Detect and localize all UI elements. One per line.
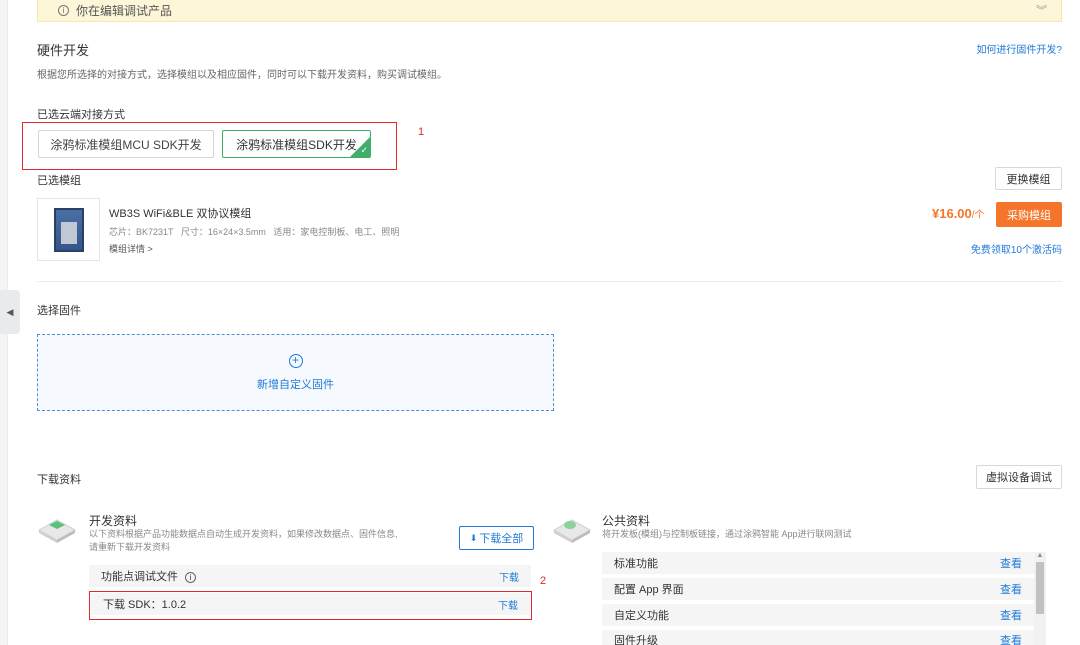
public-row-custom: 自定义功能 查看: [602, 604, 1034, 626]
view-link-firmware-upgrade[interactable]: 查看: [1000, 632, 1022, 645]
firmware-label: 选择固件: [37, 305, 81, 317]
download-icon: ⬇: [469, 532, 478, 543]
public-materials-icon: [552, 519, 592, 543]
module-image: [37, 198, 100, 261]
hardware-title: 硬件开发: [37, 43, 90, 58]
plus-circle-icon: +: [288, 353, 303, 368]
public-row-standard: 标准功能 查看: [602, 552, 1034, 574]
sdk-version-label: 下载 SDK：1.0.2: [103, 599, 187, 611]
module-details-link[interactable]: 模组详情 >: [109, 242, 153, 255]
change-module-button[interactable]: 更换模组: [995, 167, 1062, 190]
triangle-left-icon: ◀: [6, 306, 14, 317]
cloud-access-label: 已选云端对接方式: [37, 109, 125, 121]
firmware-help-link[interactable]: 如何进行固件开发?: [976, 41, 1062, 56]
add-custom-firmware-label: 新增自定义固件: [257, 378, 334, 391]
hardware-description: 根据您所选择的对接方式，选择模组以及相应固件，同时可以下载开发资料，购买调试模组…: [37, 70, 447, 81]
view-link-standard[interactable]: 查看: [1000, 555, 1022, 571]
check-icon: ✓: [360, 145, 368, 155]
module-chip-icon: [53, 207, 84, 252]
annotation-number-2: 2: [540, 575, 547, 587]
annotation-number-1: 1: [418, 126, 425, 138]
section-divider: [37, 281, 1062, 282]
view-link-app-ui[interactable]: 查看: [1000, 581, 1022, 597]
downloads-label: 下载资料: [37, 474, 81, 486]
edit-mode-banner: i 你在编辑调试产品 ︾: [37, 0, 1062, 22]
virtual-device-debug-button[interactable]: 虚拟设备调试: [976, 465, 1062, 489]
mcu-sdk-option[interactable]: 涂鸦标准模组MCU SDK开发: [38, 130, 214, 158]
download-link-debug-file[interactable]: 下载: [499, 569, 519, 584]
price-unit: /个: [971, 210, 985, 221]
dev-materials-icon: [37, 519, 77, 543]
public-row-label: 配置 App 界面: [614, 584, 684, 596]
help-circle-icon[interactable]: i: [185, 572, 197, 583]
selected-module-label: 已选模组: [37, 175, 81, 187]
download-link-sdk[interactable]: 下载: [498, 597, 518, 612]
sdk-download-row: 下载 SDK：1.0.2 下载: [91, 593, 530, 615]
dev-materials-desc-1: 以下资料根据产品功能数据点自动生成开发资料，如果修改数据点、固件信息,: [89, 529, 398, 539]
collapse-sidebar-button[interactable]: ◀: [0, 290, 20, 334]
free-activation-codes-link[interactable]: 免费领取10个激活码: [971, 241, 1062, 256]
view-link-custom[interactable]: 查看: [1000, 607, 1022, 623]
download-all-button[interactable]: ⬇ 下载全部: [459, 526, 534, 550]
info-icon: i: [58, 5, 69, 16]
sdk-option-label: 涂鸦标准模组SDK开发: [236, 137, 357, 152]
banner-text: 你在编辑调试产品: [76, 4, 173, 18]
double-chevron-down-icon[interactable]: ︾: [1036, 2, 1047, 18]
scroll-up-icon[interactable]: ▲: [1034, 552, 1046, 562]
public-row-firmware-upgrade: 固件升级 查看: [602, 630, 1034, 645]
buy-module-button[interactable]: 采购模组: [996, 202, 1062, 227]
module-specs: 芯片：BK7231T 尺寸：16×24×3.5mm 适用：家电控制板、电工、照明: [109, 227, 400, 237]
dev-file-label: 功能点调试文件: [101, 571, 178, 583]
sdk-option-selected[interactable]: 涂鸦标准模组SDK开发 ✓: [222, 130, 371, 158]
public-row-label: 固件升级: [614, 635, 658, 645]
dev-file-name: 功能点调试文件 i: [101, 568, 197, 584]
public-row-label: 自定义功能: [614, 610, 669, 622]
dev-materials-desc-2: 请重新下载开发资料: [89, 542, 171, 552]
scrollbar-thumb[interactable]: [1036, 562, 1044, 614]
download-all-label: 下载全部: [479, 533, 524, 545]
module-name: WB3S WiFi&BLE 双协议模组: [109, 208, 252, 220]
public-row-label: 标准功能: [614, 558, 658, 570]
module-price: ¥16.00/个: [932, 206, 985, 221]
add-custom-firmware-button[interactable]: + 新增自定义固件: [37, 334, 554, 411]
public-materials-desc: 将开发板(模组)与控制板链接，通过涂鸦智能 App进行联网测试: [602, 529, 852, 539]
dev-file-row: 功能点调试文件 i 下载: [89, 565, 531, 587]
public-row-app-ui: 配置 App 界面 查看: [602, 578, 1034, 600]
price-value: ¥16.00: [932, 206, 972, 221]
